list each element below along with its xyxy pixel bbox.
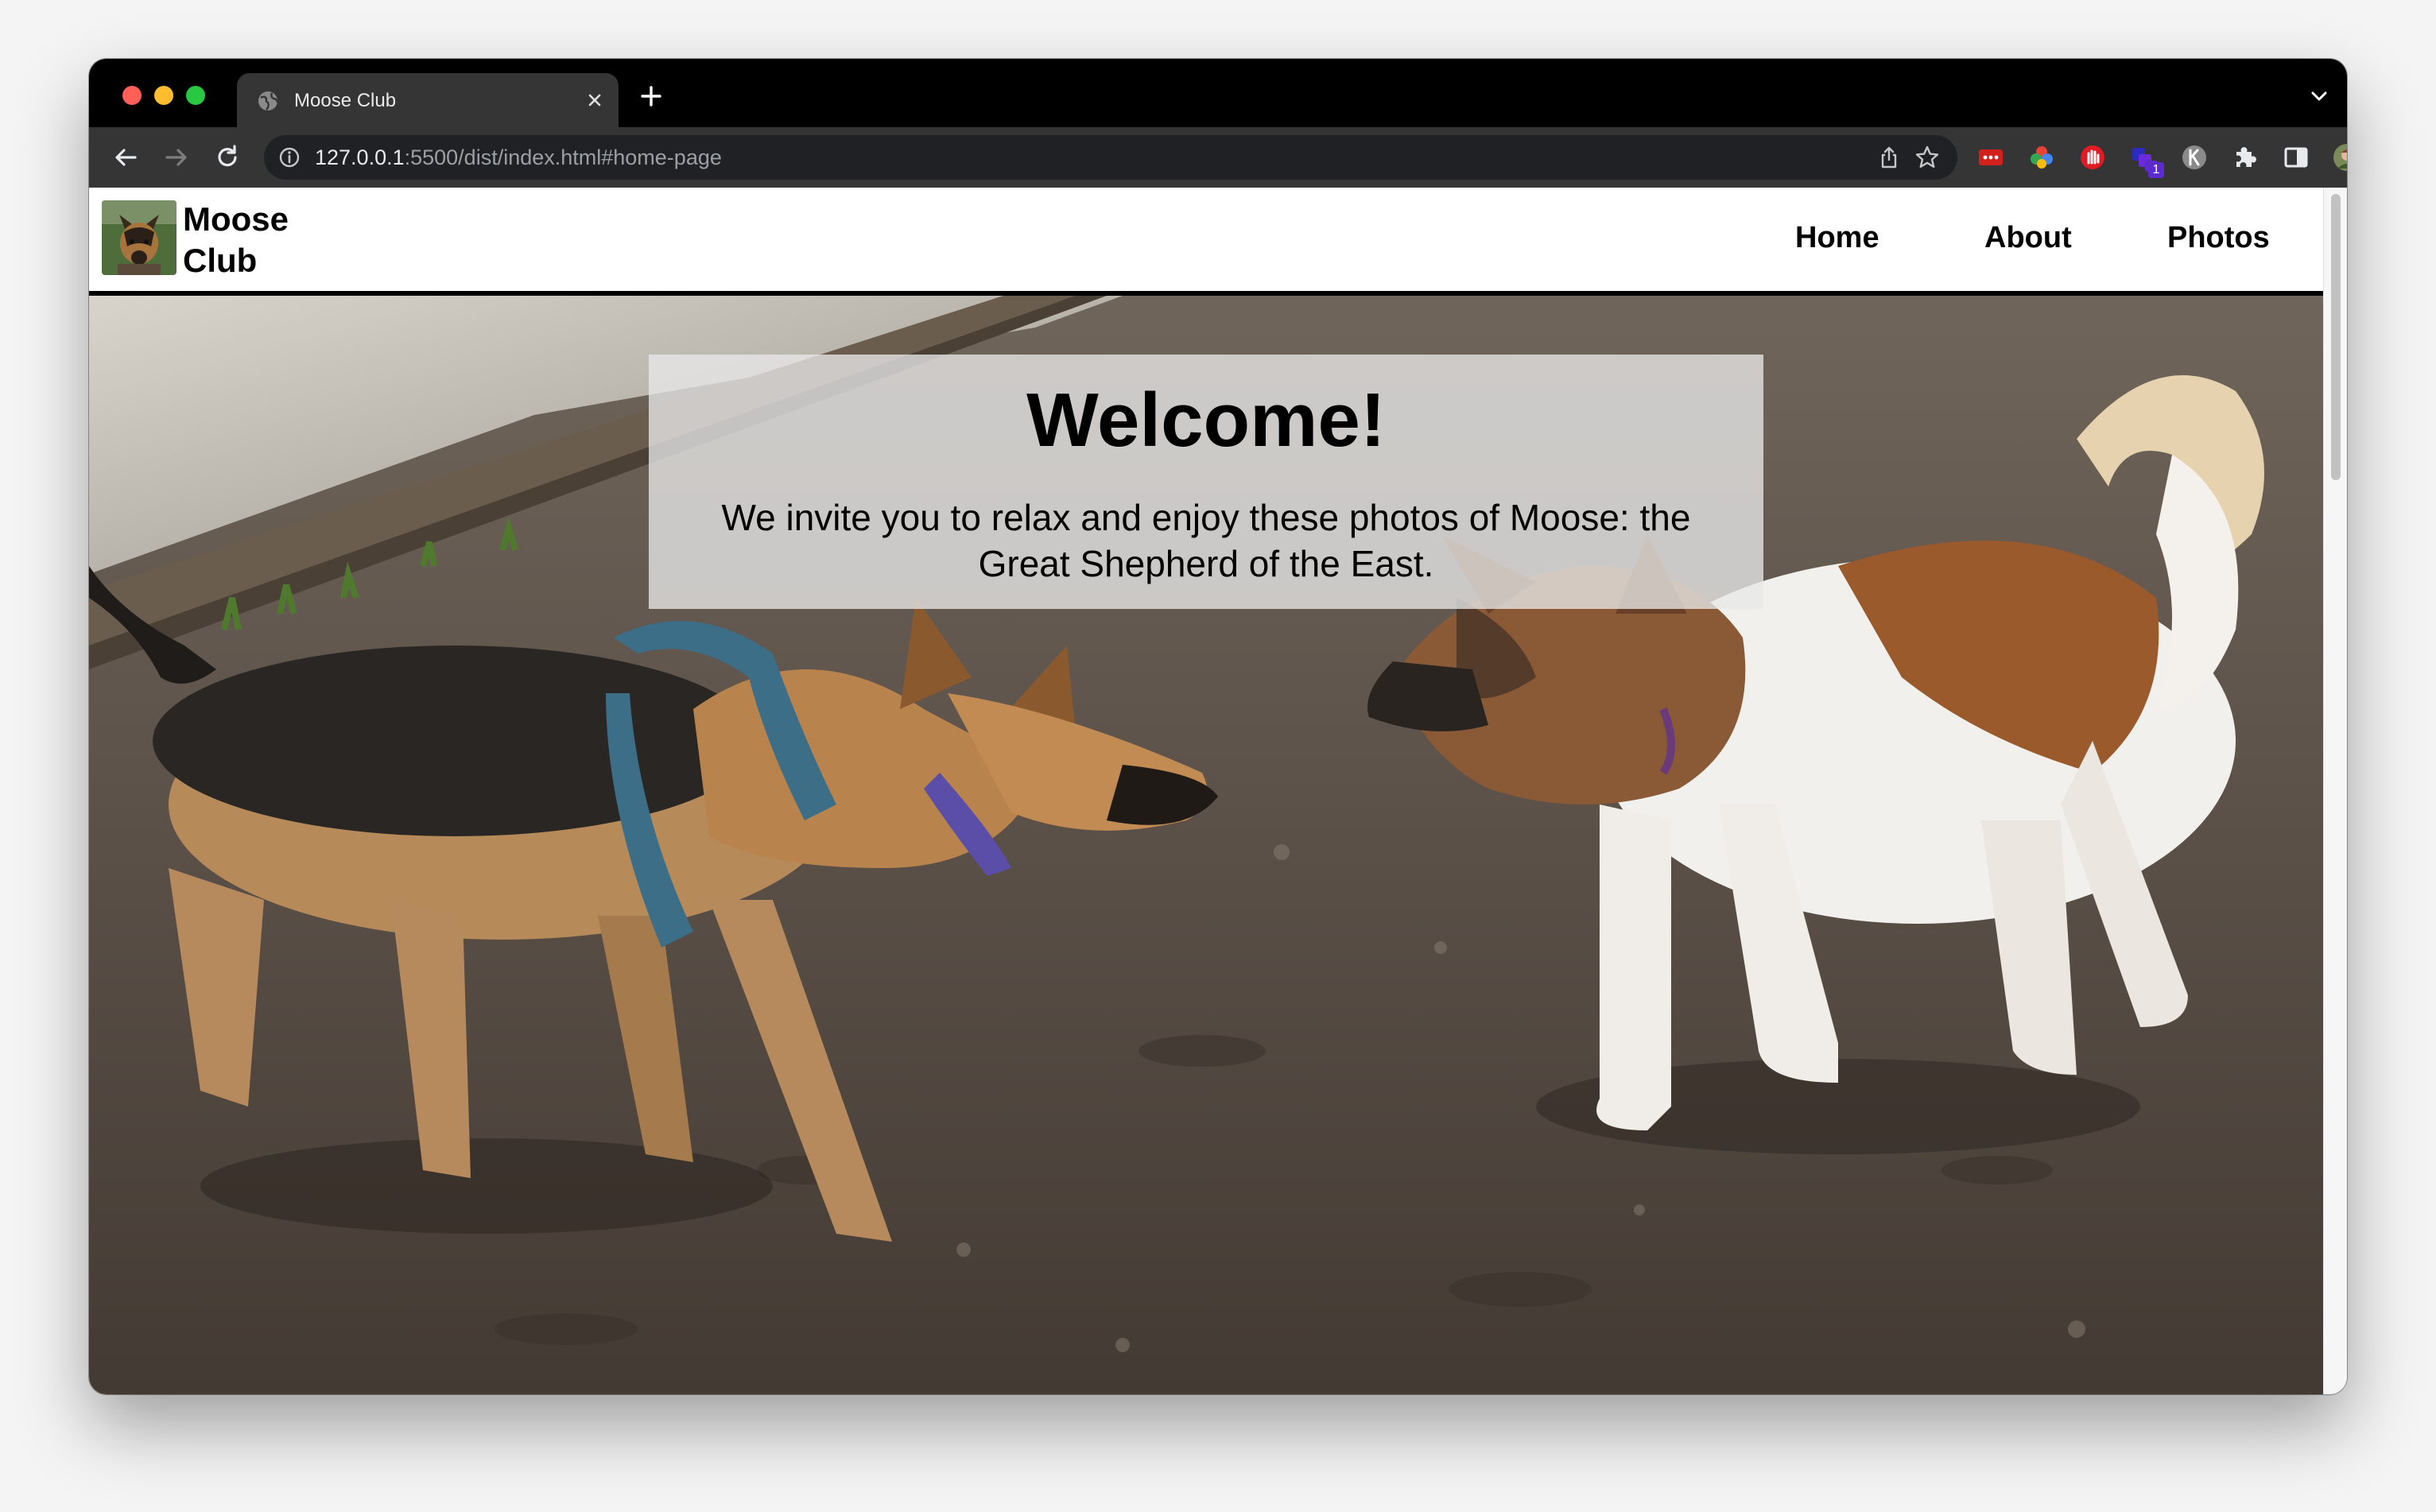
puzzle-icon[interactable] — [2229, 142, 2261, 173]
arrow-right-icon[interactable] — [161, 142, 192, 173]
nav-link-home[interactable]: Home — [1795, 219, 1879, 256]
page-viewport: Moose Club Home About Photos Welcome! We… — [89, 188, 2323, 1394]
page-scrollbar[interactable] — [2323, 188, 2347, 1394]
tab-strip: Moose Club — [89, 59, 2347, 127]
welcome-text: We invite you to relax and enjoy these p… — [721, 497, 1691, 584]
plus-icon[interactable] — [638, 83, 665, 110]
window-zoom-button[interactable] — [186, 86, 205, 105]
url-host: 127.0.0.1 — [315, 145, 405, 169]
extension-badge: 1 — [2148, 162, 2164, 178]
share-icon[interactable] — [1876, 145, 1902, 170]
hero-section: Welcome! We invite you to relax and enjo… — [89, 296, 2323, 1394]
address-bar[interactable]: 127.0.0.1:5500/dist/index.html#home-page — [264, 135, 1957, 180]
stop-hand-extension-icon[interactable] — [2077, 142, 2108, 173]
info-icon[interactable] — [278, 146, 301, 169]
color-picker-extension-icon[interactable] — [2026, 142, 2058, 173]
site-brand[interactable]: Moose Club — [183, 199, 342, 281]
browser-window: Moose Club 127.0.0.1:5500/dist/index.htm… — [89, 59, 2347, 1394]
url-path: :5500/dist/index.html#home-page — [404, 145, 722, 169]
globe-icon — [258, 91, 279, 110]
reload-icon[interactable] — [211, 142, 243, 173]
close-icon[interactable] — [582, 87, 607, 113]
url-text[interactable]: 127.0.0.1:5500/dist/index.html#home-page — [315, 145, 722, 169]
browser-tab[interactable]: Moose Club — [237, 73, 619, 127]
profile-k-extension-icon[interactable] — [2178, 142, 2210, 173]
arrow-left-icon[interactable] — [110, 142, 142, 173]
brand-line-1: Moose — [183, 200, 289, 238]
welcome-title: Welcome! — [1026, 378, 1386, 463]
password-manager-extension-icon[interactable] — [1975, 142, 2007, 173]
nav-link-photos[interactable]: Photos — [2167, 219, 2270, 256]
nav-link-about[interactable]: About — [1984, 219, 2072, 256]
site-header: Moose Club Home About Photos — [89, 188, 2323, 296]
welcome-overlay: Welcome! We invite you to relax and enjo… — [649, 355, 1763, 609]
window-close-button[interactable] — [122, 86, 142, 105]
tab-title: Moose Club — [294, 90, 397, 111]
browser-toolbar: 127.0.0.1:5500/dist/index.html#home-page — [89, 127, 2347, 188]
window-minimize-button[interactable] — [154, 86, 173, 105]
chevron-down-icon[interactable] — [2307, 84, 2331, 108]
site-logo[interactable] — [102, 200, 176, 275]
scrollbar-thumb[interactable] — [2331, 194, 2341, 480]
star-icon[interactable] — [1914, 145, 1940, 170]
brand-line-2: Club — [183, 242, 258, 279]
avatar[interactable] — [2331, 142, 2347, 173]
side-panel-icon[interactable] — [2280, 142, 2312, 173]
